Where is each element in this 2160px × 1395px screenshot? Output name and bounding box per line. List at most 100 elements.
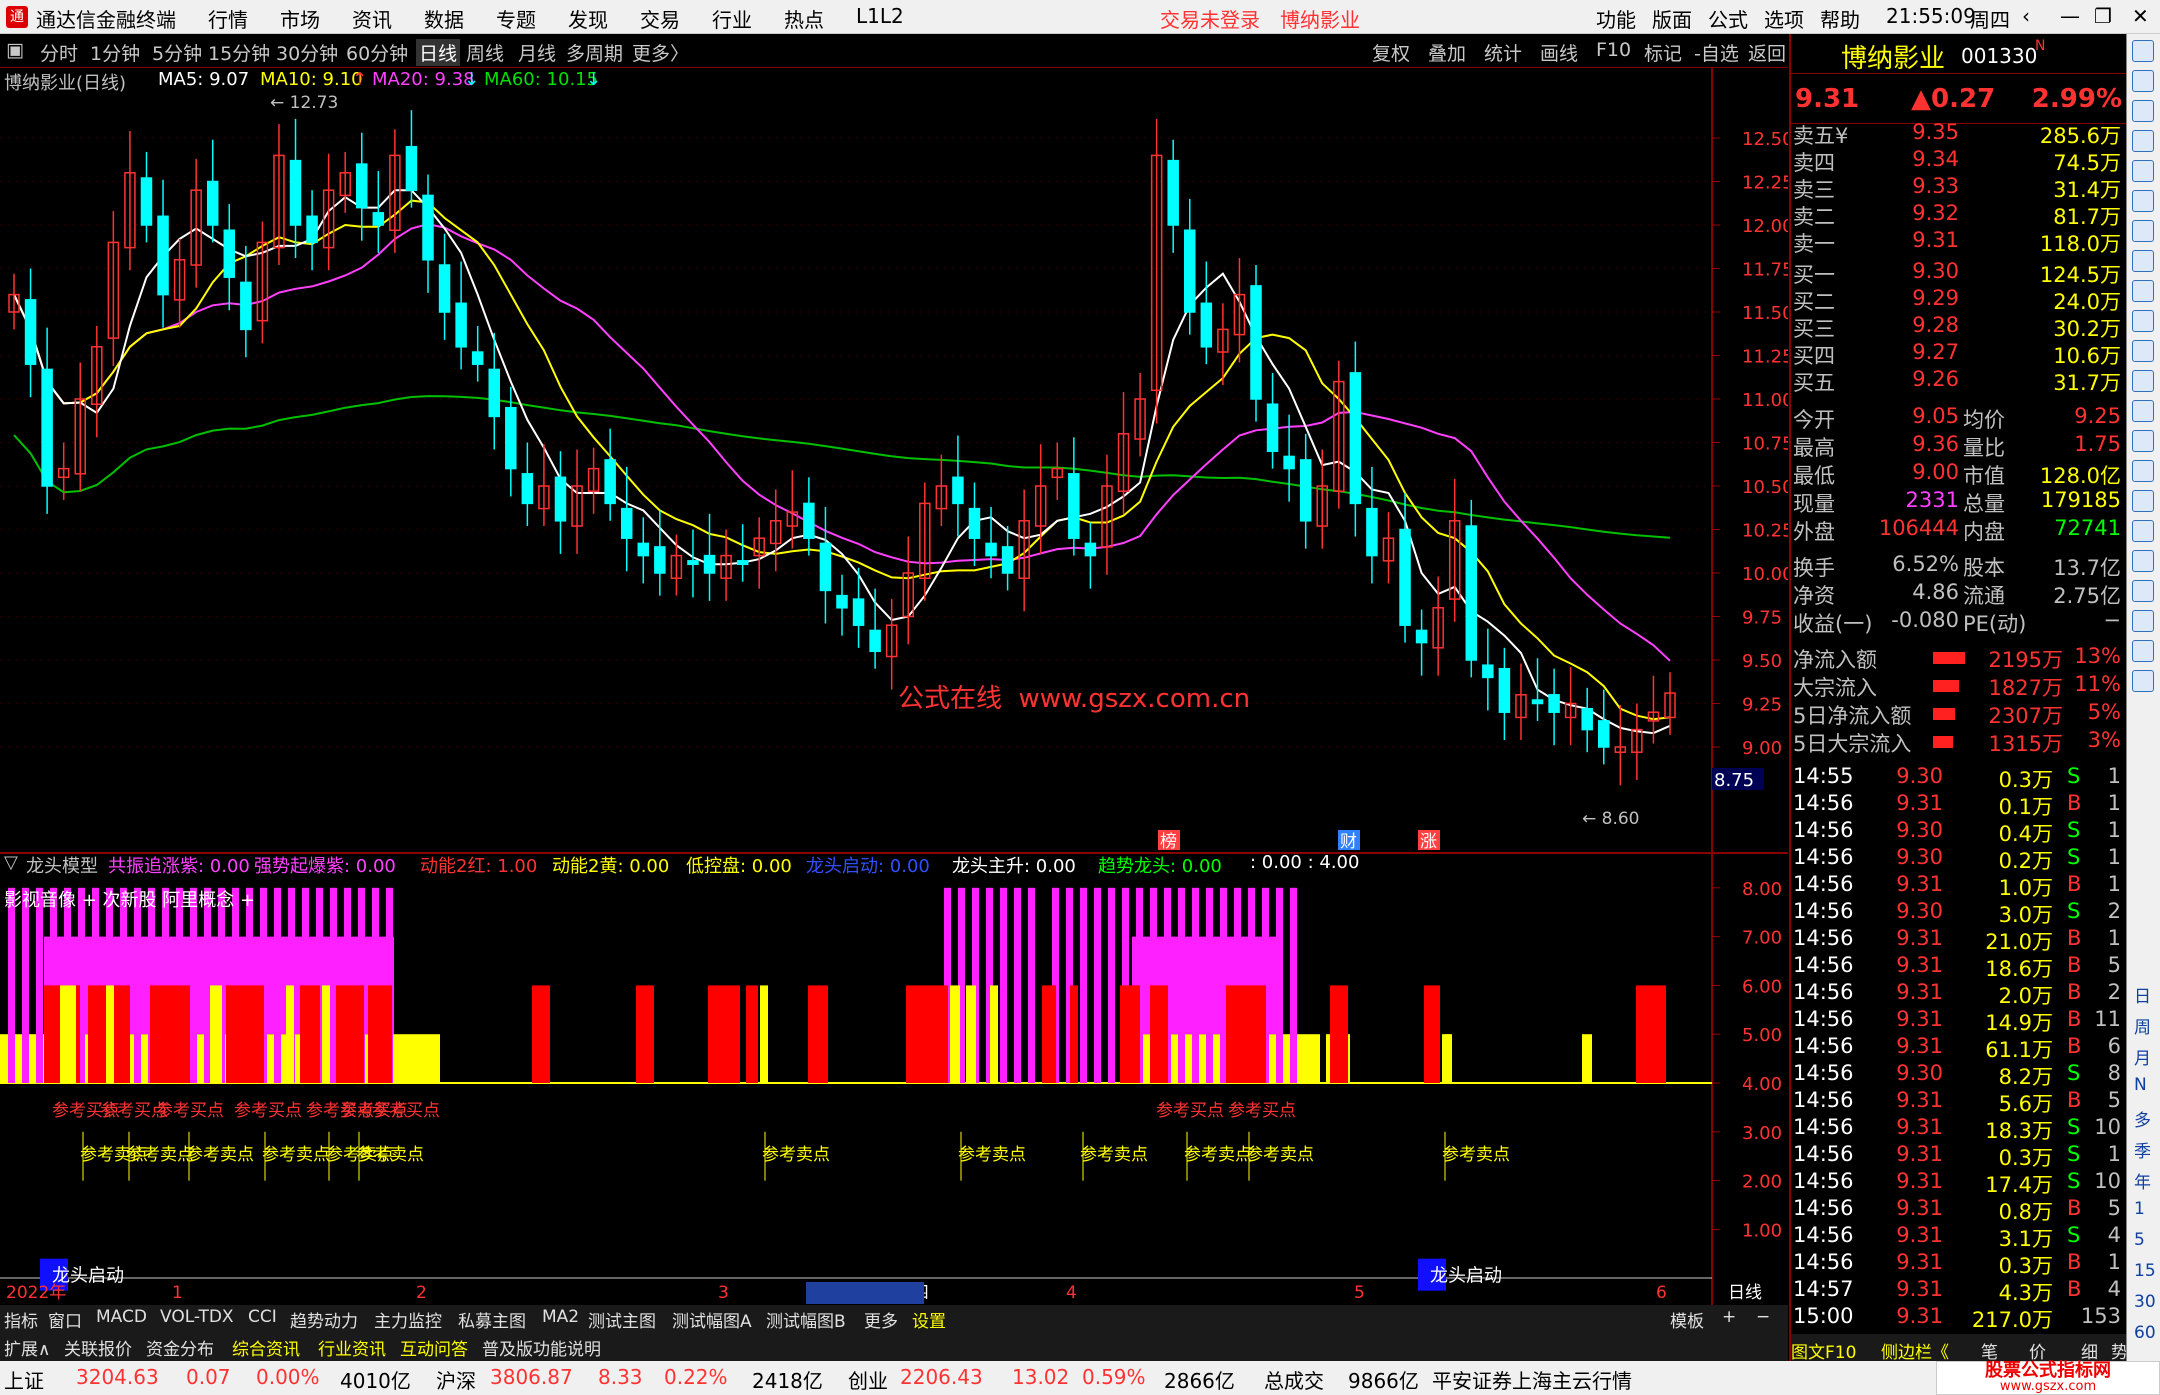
tab-bottom_tabs2-5[interactable]: 互动问答 [400,1335,468,1360]
sidebar-period-0[interactable]: 日 [2134,982,2151,1007]
quote-btn-0[interactable]: 图文F10 [1791,1338,1856,1363]
sidebar-tool-icon[interactable] [2132,370,2154,392]
sidebar-tool-icon[interactable] [2132,670,2154,692]
tab-bottom_tabs-11[interactable]: 测试幅图B [766,1307,846,1332]
menu-jiaoyi[interactable]: 交易 [640,4,680,33]
tab-bottom_tabs2-2[interactable]: 资金分布 [146,1335,214,1360]
sidebar-tool-icon[interactable] [2132,310,2154,332]
tab-weekly[interactable]: 周线 [466,39,504,66]
hushen-label[interactable]: 沪深 [436,1365,476,1394]
tool-fanhui[interactable]: 返回 [1748,39,1786,66]
tab-bottom_tabs-15[interactable]: + [1722,1307,1736,1327]
close-icon[interactable]: ✕ [2132,4,2149,28]
tab-bottom_tabs-7[interactable]: 私募主图 [458,1307,526,1332]
tab-bottom_tabs-16[interactable]: − [1756,1307,1770,1327]
tab-60min[interactable]: 60分钟 [346,39,408,66]
chuangye-label[interactable]: 创业 [848,1365,888,1394]
sidebar-tool-icon[interactable] [2132,220,2154,242]
tab-monthly[interactable]: 月线 [518,39,556,66]
back-icon[interactable]: ‹ [2022,4,2030,28]
menu-hangqing[interactable]: 行情 [208,4,248,33]
sidebar-tool-icon[interactable] [2132,610,2154,632]
tab-bottom_tabs-3[interactable]: VOL-TDX [160,1307,234,1327]
tab-bottom_tabs-14[interactable]: 模板 [1670,1307,1704,1332]
menu-redian[interactable]: 热点 [784,4,824,33]
shanghai-label[interactable]: 上证 [4,1365,44,1394]
tool-biaoji[interactable]: 标记 [1644,39,1682,66]
sidebar-tool-icon[interactable] [2132,340,2154,362]
tab-bottom_tabs2-1[interactable]: 关联报价 [64,1335,132,1360]
tab-bottom_tabs-6[interactable]: 主力监控 [374,1307,442,1332]
menu-xuanxiang[interactable]: 选项 [1764,4,1804,33]
tool-huaxian[interactable]: 画线 [1540,39,1578,66]
tab-1min[interactable]: 1分钟 [90,39,140,66]
sidebar-period-10[interactable]: 30 [2134,1292,2156,1312]
tab-bottom_tabs-5[interactable]: 趋势动力 [290,1307,358,1332]
tool-zixuan[interactable]: -自选 [1694,39,1739,66]
menu-gongneng[interactable]: 功能 [1596,4,1636,33]
tab-bottom_tabs-9[interactable]: 测试主图 [588,1307,656,1332]
tab-bottom_tabs-13[interactable]: 设置 [912,1307,946,1332]
menu-banmian[interactable]: 版面 [1652,4,1692,33]
tab-multi[interactable]: 多周期 [566,39,623,66]
tab-bottom_tabs2-0[interactable]: 扩展∧ [4,1335,50,1360]
menu-faxian[interactable]: 发现 [568,4,608,33]
sidebar-period-5[interactable]: 季 [2134,1137,2151,1162]
tab-more[interactable]: 更多〉 [632,39,689,66]
tab-5min[interactable]: 5分钟 [152,39,202,66]
trade-status[interactable]: 交易未登录 [1160,4,1260,33]
tab-bottom_tabs-12[interactable]: 更多 [864,1307,898,1332]
tab-bottom_tabs2-4[interactable]: 行业资讯 [318,1335,386,1360]
sidebar-tool-icon[interactable] [2132,400,2154,422]
sidebar-tool-icon[interactable] [2132,580,2154,602]
menu-hangye[interactable]: 行业 [712,4,752,33]
sidebar-period-6[interactable]: 年 [2134,1168,2151,1193]
tab-bottom_tabs-8[interactable]: MA2 [542,1307,579,1327]
sidebar-tool-icon[interactable] [2132,190,2154,212]
tab-bottom_tabs-10[interactable]: 测试幅图A [672,1307,752,1332]
sidebar-tool-icon[interactable] [2132,160,2154,182]
sidebar-period-3[interactable]: N [2134,1075,2147,1095]
indicator-name[interactable]: 龙头模型 [26,852,98,878]
sidebar-period-4[interactable]: 多 [2134,1106,2151,1131]
tool-tongji[interactable]: 统计 [1484,39,1522,66]
tool-diejia[interactable]: 叠加 [1428,39,1466,66]
kline-chart[interactable]: 12.5012.2512.0011.7511.5011.2511.0010.75… [0,68,1788,1305]
menu-shichang[interactable]: 市场 [280,4,320,33]
sidebar-period-1[interactable]: 周 [2134,1013,2151,1038]
menu-bangzhu[interactable]: 帮助 [1820,4,1860,33]
sidebar-period-2[interactable]: 月 [2134,1044,2151,1069]
menu-zixun[interactable]: 资讯 [352,4,392,33]
sidebar-period-8[interactable]: 5 [2134,1230,2145,1250]
sidebar-period-7[interactable]: 1 [2134,1199,2145,1219]
tab-15min[interactable]: 15分钟 [208,39,270,66]
menu-shuju[interactable]: 数据 [424,4,464,33]
minimize-icon[interactable]: — [2060,4,2080,28]
sidebar-tool-icon[interactable] [2132,520,2154,542]
tab-bottom_tabs-0[interactable]: 指标 [4,1307,38,1332]
tab-30min[interactable]: 30分钟 [276,39,338,66]
indicator-menu-icon[interactable]: ▽ [4,852,18,873]
menu-gongshi[interactable]: 公式 [1708,4,1748,33]
sidebar-period-11[interactable]: 60 [2134,1323,2156,1343]
tab-daily[interactable]: 日线 [416,39,461,66]
tab-fenshi[interactable]: 分时 [40,39,78,66]
sidebar-period-9[interactable]: 15 [2134,1261,2156,1281]
menu-zhuanti[interactable]: 专题 [496,4,536,33]
tab-bottom_tabs-2[interactable]: MACD [96,1307,147,1327]
sidebar-tool-icon[interactable] [2132,430,2154,452]
sidebar-tool-icon[interactable] [2132,640,2154,662]
sidebar-tool-icon[interactable] [2132,460,2154,482]
sidebar-tool-icon[interactable] [2132,250,2154,272]
menu-l1l2[interactable]: L1L2 [856,4,904,28]
sidebar-tool-icon[interactable] [2132,550,2154,572]
sidebar-tool-icon[interactable] [2132,100,2154,122]
sidebar-tool-icon[interactable] [2132,130,2154,152]
tab-bottom_tabs-4[interactable]: CCI [248,1307,277,1327]
quote-btn-1[interactable]: 侧边栏《 [1881,1338,1949,1363]
tab-bottom_tabs2-3[interactable]: 综合资讯 [232,1335,300,1360]
sidebar-tool-icon[interactable] [2132,280,2154,302]
restore-icon[interactable]: ❐ [2094,4,2112,28]
tab-bottom_tabs-1[interactable]: 窗口 [48,1307,82,1332]
sidebar-tool-icon[interactable] [2132,70,2154,92]
